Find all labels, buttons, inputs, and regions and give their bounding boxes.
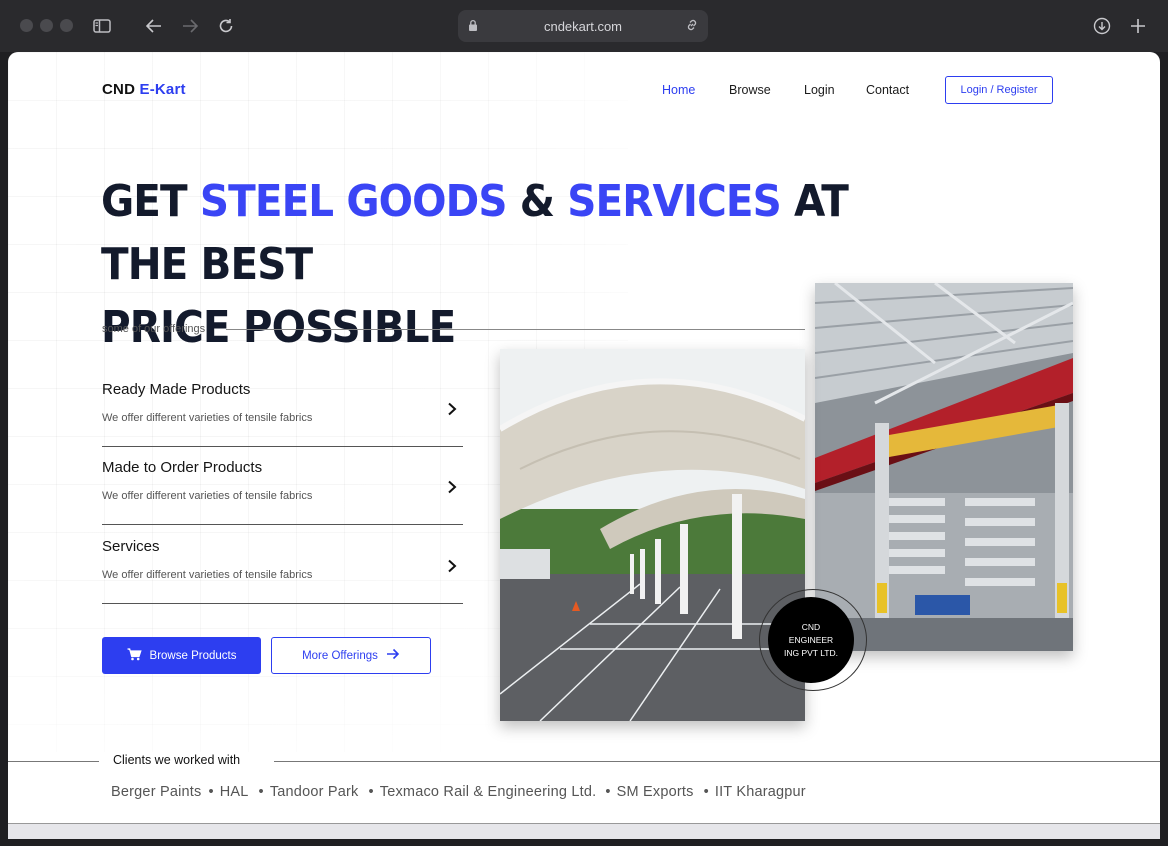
nav-login-link[interactable]: Login xyxy=(804,83,835,97)
logo-accent: E-Kart xyxy=(139,81,186,98)
new-tab-icon[interactable] xyxy=(1127,15,1149,37)
back-arrow-icon[interactable] xyxy=(143,15,165,37)
offering-title: Ready Made Products xyxy=(102,381,251,398)
more-offerings-button[interactable]: More Offerings xyxy=(271,637,431,674)
download-icon[interactable] xyxy=(1091,15,1113,37)
offerings-label: some of our offerings xyxy=(102,323,206,335)
client-name: Berger Paints xyxy=(111,784,202,800)
chevron-right-icon[interactable] xyxy=(447,559,457,578)
offering-description: We offer different varieties of tensile … xyxy=(102,412,313,424)
tensile-canopy-photo xyxy=(500,349,805,721)
offering-item[interactable]: Services We offer different varieties of… xyxy=(102,538,463,604)
client-name: SM Exports xyxy=(616,784,694,800)
nav-browse-link[interactable]: Browse xyxy=(729,83,771,97)
hero-headline: GET STEEL GOODS & SERVICES AT THE BEST P… xyxy=(101,176,849,353)
logo-prefix: CND xyxy=(102,81,136,98)
offering-item[interactable]: Ready Made Products We offer different v… xyxy=(102,381,463,447)
reload-icon[interactable] xyxy=(215,15,237,37)
divider xyxy=(226,329,805,330)
more-offerings-label: More Offerings xyxy=(302,649,378,662)
client-name: IIT Kharagpur xyxy=(714,784,806,800)
nav-home-link[interactable]: Home xyxy=(662,83,695,97)
web-page: CND E-Kart Home Browse Login Contact Log… xyxy=(8,52,1160,839)
offering-title: Made to Order Products xyxy=(102,459,263,476)
offering-description: We offer different varieties of tensile … xyxy=(102,569,313,581)
offering-title: Services xyxy=(102,538,160,555)
clients-list: Berger Paints • HAL • Tandoor Park • Texmaco R… xyxy=(111,784,806,800)
cart-icon xyxy=(127,647,142,664)
company-badge: CND ENGINEER ING PVT LTD. xyxy=(768,597,854,683)
warehouse-photo xyxy=(815,283,1073,651)
browse-products-label: Browse Products xyxy=(149,649,237,662)
address-bar[interactable]: cndekart.com xyxy=(458,10,708,42)
offering-item[interactable]: Made to Order Products We offer differen… xyxy=(102,459,463,525)
sidebar-toggle-icon[interactable] xyxy=(91,15,113,37)
window-close-button[interactable] xyxy=(20,19,33,32)
login-register-button[interactable]: Login / Register xyxy=(945,76,1053,104)
window-zoom-button[interactable] xyxy=(60,19,73,32)
chevron-right-icon[interactable] xyxy=(447,402,457,421)
chevron-right-icon[interactable] xyxy=(447,480,457,499)
link-icon[interactable] xyxy=(685,18,699,35)
client-name: Tandoor Park xyxy=(269,784,359,800)
browse-products-button[interactable]: Browse Products xyxy=(102,637,261,674)
lock-icon xyxy=(468,19,478,35)
forward-arrow-icon[interactable] xyxy=(179,15,201,37)
site-logo[interactable]: CND E-Kart xyxy=(102,81,186,98)
url-text: cndekart.com xyxy=(543,18,623,34)
clients-section: Clients we worked with Berger Paints • HAL… xyxy=(8,753,1160,824)
client-name: Texmaco Rail & Engineering Ltd. xyxy=(379,784,597,800)
arrow-right-icon xyxy=(386,648,400,663)
window-minimize-button[interactable] xyxy=(40,19,53,32)
browser-toolbar: cndekart.com xyxy=(0,0,1168,52)
offering-description: We offer different varieties of tensile … xyxy=(102,490,313,502)
client-name: HAL xyxy=(219,784,249,800)
clients-title: Clients we worked with xyxy=(113,753,241,767)
nav-contact-link[interactable]: Contact xyxy=(866,83,909,97)
